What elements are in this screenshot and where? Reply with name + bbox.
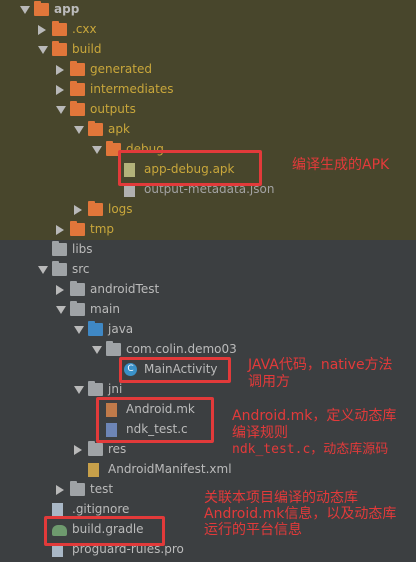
- folder-icon: [88, 201, 103, 216]
- tree-item-label: AndroidManifest.xml: [108, 462, 232, 476]
- tree-item-label: .gitignore: [72, 502, 130, 516]
- tree-row-tmp[interactable]: tmp: [0, 220, 416, 240]
- folder-icon: [70, 221, 85, 236]
- folder-icon: [70, 81, 85, 96]
- tree-row-androidtest[interactable]: androidTest: [0, 280, 416, 300]
- folder-icon: [52, 261, 67, 276]
- chevron-down-icon[interactable]: [92, 346, 102, 354]
- chevron-right-icon[interactable]: [56, 285, 64, 295]
- chevron-down-icon[interactable]: [56, 306, 66, 314]
- chevron-right-icon[interactable]: [74, 445, 82, 455]
- chevron-right-icon[interactable]: [74, 205, 82, 215]
- gradle-annotation-line1: 关联本项目编译的动态库: [204, 490, 358, 506]
- tree-row-apk[interactable]: apk: [0, 120, 416, 140]
- tree-row-libs[interactable]: libs: [0, 240, 416, 260]
- tree-item-label: .cxx: [72, 22, 97, 36]
- tree-row-cxx[interactable]: .cxx: [0, 20, 416, 40]
- tree-item-label: app: [54, 2, 80, 16]
- chevron-right-icon[interactable]: [56, 85, 64, 95]
- apk-annotation: 编译生成的APK: [292, 157, 390, 173]
- jni-annotation-line3: ndk_test.c，动态库源码: [232, 442, 389, 457]
- tree-item-label: jni: [108, 382, 123, 396]
- folder-icon: [52, 241, 67, 256]
- tree-item-label: libs: [72, 242, 93, 256]
- tree-item-label: res: [108, 442, 127, 456]
- tree-row-main[interactable]: main: [0, 300, 416, 320]
- chevron-right-icon[interactable]: [38, 25, 46, 35]
- tree-row-build[interactable]: build: [0, 40, 416, 60]
- tree-item-label: com.colin.demo03: [126, 342, 237, 356]
- tree-item-label: generated: [90, 62, 152, 76]
- chevron-down-icon[interactable]: [20, 6, 30, 14]
- tree-item-label: java: [108, 322, 134, 336]
- tree-row-app[interactable]: app: [0, 0, 416, 20]
- gradle-annotation-line2: Android.mk信息，以及动态库: [204, 506, 397, 522]
- folder-icon: [52, 41, 67, 56]
- java-annotation-line2: 调用方: [248, 374, 290, 390]
- chevron-down-icon[interactable]: [38, 46, 48, 54]
- chevron-down-icon[interactable]: [56, 106, 66, 114]
- gradle-highlight-box: [44, 516, 165, 546]
- tree-row-logs[interactable]: logs: [0, 200, 416, 220]
- folder-icon: [88, 381, 103, 396]
- chevron-down-icon[interactable]: [74, 326, 84, 334]
- tree-row-java[interactable]: java: [0, 320, 416, 340]
- tree-item-label: androidTest: [90, 282, 160, 296]
- chevron-down-icon[interactable]: [38, 266, 48, 274]
- jni-annotation-line2: 编译规则: [232, 425, 288, 441]
- gitignore-file-icon: [52, 503, 63, 517]
- tree-item-label: main: [90, 302, 120, 316]
- chevron-down-icon[interactable]: [92, 146, 102, 154]
- tree-item-label: outputs: [90, 102, 136, 116]
- chevron-down-icon[interactable]: [74, 386, 84, 394]
- folder-icon: [70, 281, 85, 296]
- xml-file-icon: [88, 463, 99, 477]
- res-folder-icon: [88, 441, 103, 456]
- folder-icon: [70, 301, 85, 316]
- folder-icon: [34, 1, 49, 16]
- tree-item-label: tmp: [90, 222, 115, 236]
- tree-item-label: src: [72, 262, 90, 276]
- tree-row-outputs[interactable]: outputs: [0, 100, 416, 120]
- tree-row-intermediates[interactable]: intermediates: [0, 80, 416, 100]
- folder-icon: [88, 121, 103, 136]
- chevron-down-icon[interactable]: [74, 126, 84, 134]
- tree-item-label: apk: [108, 122, 130, 136]
- tree-item-label: intermediates: [90, 82, 174, 96]
- tree-item-label: test: [90, 482, 114, 496]
- chevron-right-icon[interactable]: [56, 485, 64, 495]
- tree-item-label: build: [72, 42, 102, 56]
- folder-icon: [52, 21, 67, 36]
- jni-files-highlight-box: [96, 397, 214, 443]
- tree-row-src[interactable]: src: [0, 260, 416, 280]
- chevron-right-icon[interactable]: [56, 225, 64, 235]
- java-annotation-line1: JAVA代码，native方法: [248, 357, 393, 373]
- folder-icon: [70, 101, 85, 116]
- package-icon: [106, 341, 121, 356]
- gradle-annotation-line3: 运行的平台信息: [204, 522, 302, 538]
- blue-folder-icon: [88, 321, 103, 336]
- apk-highlight-box: [118, 150, 262, 186]
- chevron-right-icon[interactable]: [56, 65, 64, 75]
- folder-icon: [70, 481, 85, 496]
- tree-item-label: logs: [108, 202, 133, 216]
- tree-row-androidmanifest-xml[interactable]: AndroidManifest.xml: [0, 460, 416, 480]
- jni-annotation-line1: Android.mk，定义动态库: [232, 408, 397, 424]
- mainactivity-highlight-box: [119, 357, 231, 383]
- folder-icon: [70, 61, 85, 76]
- tree-row-generated[interactable]: generated: [0, 60, 416, 80]
